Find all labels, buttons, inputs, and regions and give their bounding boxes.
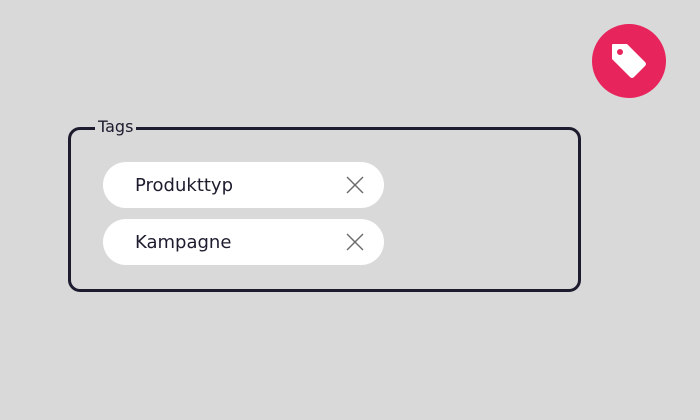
tag-badge <box>592 24 666 98</box>
tag-chip-label: Produkttyp <box>135 174 234 196</box>
tags-field: Tags Produkttyp Kampagne <box>68 117 581 292</box>
tag-chip-produkttyp[interactable]: Produkttyp <box>103 162 384 208</box>
close-icon[interactable] <box>345 175 365 195</box>
tag-icon <box>612 44 646 78</box>
close-icon[interactable] <box>345 232 365 252</box>
tag-chip-kampagne[interactable]: Kampagne <box>103 219 384 265</box>
tags-field-label: Tags <box>95 117 137 137</box>
tag-chip-label: Kampagne <box>135 231 232 253</box>
